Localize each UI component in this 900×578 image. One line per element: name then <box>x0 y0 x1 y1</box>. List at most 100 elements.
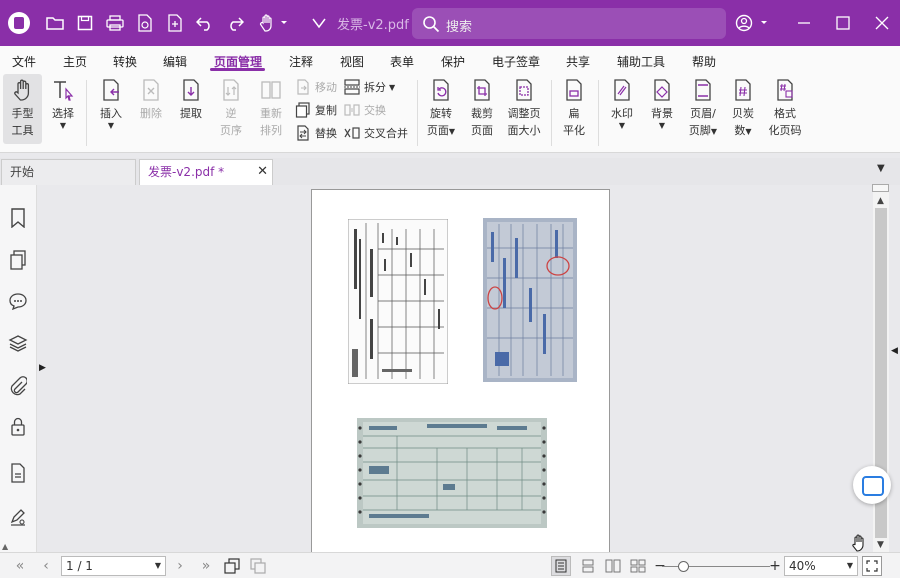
crop-pages-button[interactable]: 裁剪 页面 <box>465 74 499 144</box>
export-doc-icon[interactable] <box>134 12 156 34</box>
ai-assistant-chat-icon[interactable] <box>853 466 891 504</box>
rotate-pages-button[interactable]: 旋转 页面▼ <box>424 74 458 144</box>
previous-page-icon[interactable]: ‹ <box>36 556 56 576</box>
menu-item-3[interactable]: 编辑 <box>163 53 187 70</box>
resize-pages-button[interactable]: 调整页 面大小 <box>504 74 544 144</box>
zoom-slider-knob[interactable] <box>678 561 689 572</box>
replace-page-button[interactable]: 替换 <box>295 125 337 141</box>
signature-pen-icon[interactable] <box>7 506 29 528</box>
print-icon[interactable] <box>104 12 126 34</box>
maximize-icon[interactable] <box>833 13 853 33</box>
continuous-facing-view-icon[interactable] <box>628 556 648 576</box>
hand-mode-dropdown-icon[interactable] <box>256 12 290 34</box>
undo-icon[interactable] <box>194 12 216 34</box>
bookmark-icon[interactable] <box>7 207 29 229</box>
redo-icon[interactable] <box>224 12 246 34</box>
zoom-level: 40% <box>789 559 816 573</box>
ribbon-separator <box>551 80 552 146</box>
menu-item-12[interactable]: 帮助 <box>692 53 716 70</box>
tab-list-dropdown-icon[interactable]: ▼ <box>877 163 885 174</box>
interleave-merge-icon <box>344 127 360 139</box>
page-dropdown-icon[interactable]: ▼ <box>155 557 161 575</box>
menu-item-10[interactable]: 共享 <box>566 53 590 70</box>
delete-page-button[interactable]: 删除 <box>134 74 168 144</box>
continuous-view-icon[interactable] <box>578 556 598 576</box>
new-doc-icon[interactable] <box>164 12 186 34</box>
save-icon[interactable] <box>74 12 96 34</box>
reverse-label-1: 逆 <box>225 107 237 120</box>
extract-page-button[interactable]: 提取 <box>174 74 208 144</box>
menu-item-9[interactable]: 电子签章 <box>492 53 540 70</box>
copy-page-button[interactable]: 复制 <box>295 102 337 118</box>
last-page-icon[interactable]: » <box>196 556 216 576</box>
resize-label-1: 调整页 <box>507 107 541 120</box>
scroll-down-icon[interactable]: ▲ <box>2 542 8 551</box>
tab-start[interactable]: 开始 <box>1 159 136 185</box>
menu-item-0[interactable]: 文件 <box>12 53 36 70</box>
background-button[interactable]: 背景 ▼ <box>645 74 679 144</box>
interleave-merge-button[interactable]: 交叉合并 <box>344 125 408 141</box>
select-button[interactable]: 选择 ▼ <box>46 74 80 144</box>
format-page-number-button[interactable]: 格式 化页码 <box>765 74 805 144</box>
security-lock-icon[interactable] <box>7 416 29 438</box>
previous-view-icon[interactable] <box>222 556 242 576</box>
split-view-handle[interactable] <box>872 184 889 192</box>
header-footer-label-1: 页眉/ <box>690 107 716 120</box>
page-indicator: 1 / 1 <box>66 559 93 573</box>
right-panel-toggle-icon[interactable]: ◀ <box>891 346 898 356</box>
zoom-dropdown-icon[interactable]: ▼ <box>847 557 853 575</box>
page-number-button[interactable]: 贝炭 数▼ <box>726 74 760 144</box>
page-number-input[interactable]: 1 / 1 ▼ <box>61 556 166 576</box>
zoom-in-icon[interactable]: + <box>765 556 785 576</box>
menu-item-11[interactable]: 辅助工具 <box>617 53 665 70</box>
menu-item-5[interactable]: 注释 <box>289 53 313 70</box>
next-view-icon[interactable] <box>248 556 268 576</box>
move-page-button[interactable]: 移动 <box>295 79 337 95</box>
single-page-view-icon[interactable] <box>551 556 571 576</box>
watermark-button[interactable]: 水印 ▼ <box>605 74 639 144</box>
scroll-down-arrow-icon[interactable]: ▼ <box>877 540 884 550</box>
header-footer-button[interactable]: 页眉/ 页脚▼ <box>684 74 722 144</box>
menu-item-1[interactable]: 主页 <box>63 53 87 70</box>
minimize-icon[interactable] <box>794 13 814 33</box>
fullscreen-icon[interactable] <box>862 556 882 576</box>
menu-item-2[interactable]: 转换 <box>113 53 137 70</box>
open-folder-icon[interactable] <box>44 12 66 34</box>
tab-start-label: 开始 <box>10 165 35 179</box>
hand-icon <box>13 79 29 101</box>
first-page-icon[interactable]: « <box>10 556 30 576</box>
reverse-pages-button[interactable]: 逆 页序 <box>214 74 248 144</box>
close-window-icon[interactable] <box>872 13 892 33</box>
insert-label: 插入 <box>100 107 122 120</box>
flatten-button[interactable]: 扁 平化 <box>557 74 591 144</box>
facing-view-icon[interactable] <box>603 556 623 576</box>
layers-icon[interactable] <box>7 332 29 354</box>
menu-item-7[interactable]: 表单 <box>390 53 414 70</box>
background-label: 背景 <box>651 107 673 120</box>
scroll-up-arrow-icon[interactable]: ▲ <box>877 196 884 206</box>
close-tab-icon[interactable]: ✕ <box>257 160 268 184</box>
customize-dropdown-icon[interactable] <box>308 12 330 34</box>
zoom-level-select[interactable]: 40% ▼ <box>784 556 858 576</box>
split-button[interactable]: 拆分 ▼ <box>344 79 395 95</box>
menu-item-8[interactable]: 保护 <box>441 53 465 70</box>
expand-panel-icon[interactable]: ▶ <box>39 363 46 373</box>
format-page-number-label-2: 化页码 <box>768 124 802 137</box>
document-properties-icon[interactable] <box>7 462 29 484</box>
pages-thumbnail-icon[interactable] <box>7 249 29 271</box>
account-dropdown-icon[interactable] <box>735 13 769 33</box>
next-page-icon[interactable]: › <box>170 556 190 576</box>
tab-document[interactable]: 发票-v2.pdf * ✕ <box>139 159 273 185</box>
comments-icon[interactable] <box>7 290 29 312</box>
move-page-icon <box>297 79 309 95</box>
search-box[interactable]: 搜索 <box>412 8 726 39</box>
flatten-label-2: 平化 <box>563 124 585 137</box>
crop-label-1: 裁剪 <box>471 107 493 120</box>
attachment-icon[interactable] <box>7 375 29 397</box>
insert-page-button[interactable]: 插入 ▼ <box>94 74 128 144</box>
menu-item-6[interactable]: 视图 <box>340 53 364 70</box>
rearrange-pages-button[interactable]: 重新 排列 <box>254 74 288 144</box>
hand-tool-button[interactable]: 手型 工具 <box>3 74 42 144</box>
tab-document-label: 发票-v2.pdf * <box>148 165 225 179</box>
swap-pages-button[interactable]: 交换 <box>344 102 386 118</box>
